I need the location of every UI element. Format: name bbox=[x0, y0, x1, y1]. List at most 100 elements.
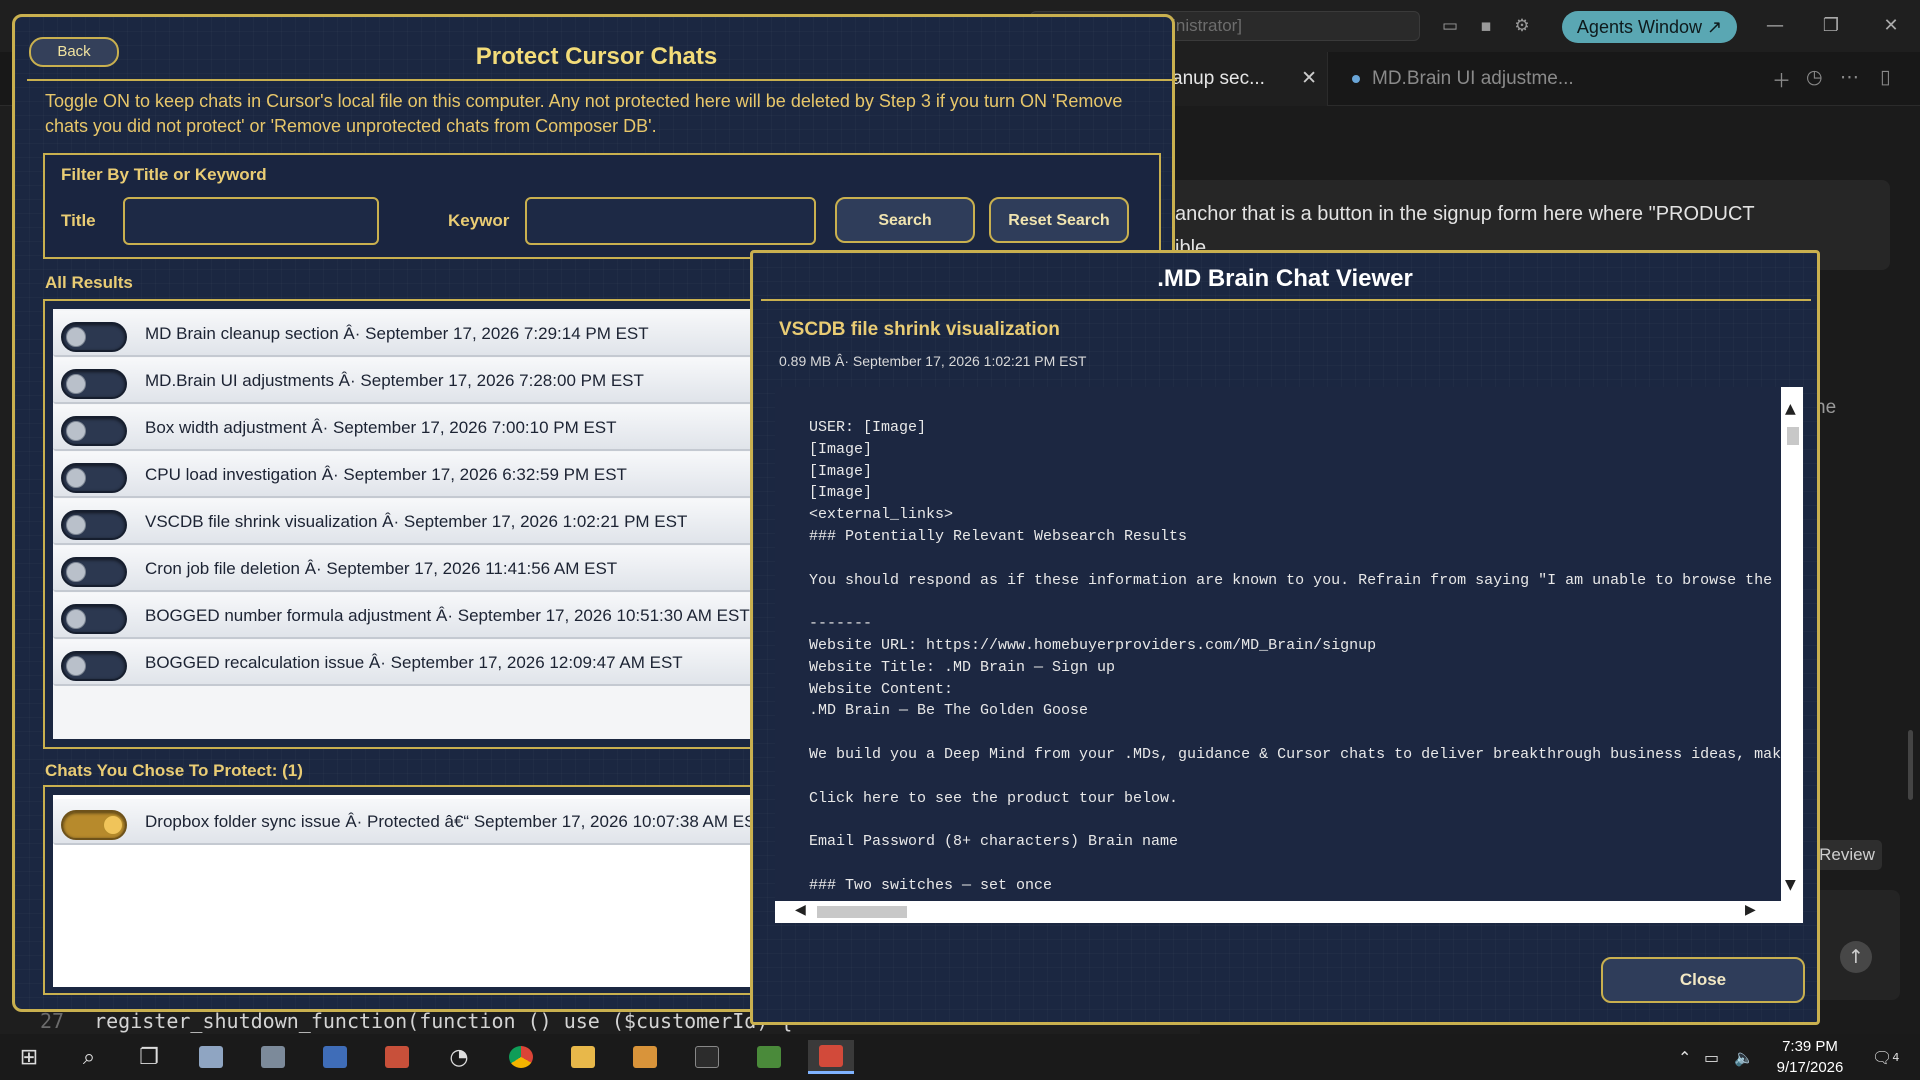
modified-dot-icon bbox=[1352, 75, 1360, 83]
toggle-knob bbox=[66, 515, 86, 535]
chat-meta: 0.89 MB Â· September 17, 2026 1:02:21 PM… bbox=[779, 353, 1087, 369]
app-icon-6[interactable] bbox=[746, 1040, 792, 1074]
app-icon-5[interactable] bbox=[622, 1040, 668, 1074]
all-results-label: All Results bbox=[45, 273, 133, 292]
scroll-up-icon[interactable]: ▲ bbox=[1785, 401, 1796, 417]
protect-toggle[interactable] bbox=[61, 369, 127, 399]
chat-content-line bbox=[809, 809, 1781, 831]
sidebar-toggle-icon[interactable]: ▯ bbox=[1880, 66, 1890, 88]
toggle-knob bbox=[103, 815, 123, 835]
close-button[interactable]: Close bbox=[1601, 957, 1805, 1003]
toggle-knob bbox=[66, 656, 86, 676]
scroll-thumb[interactable] bbox=[1787, 427, 1799, 445]
keyword-input[interactable] bbox=[525, 197, 816, 245]
chat-row-label: Dropbox folder sync issue Â· Protected â… bbox=[145, 812, 766, 831]
app-icon-active[interactable] bbox=[808, 1040, 854, 1074]
chat-row-label: MD.Brain UI adjustments Â· September 17,… bbox=[145, 371, 644, 390]
plus-icon[interactable]: ＋ bbox=[1772, 66, 1791, 93]
chat-row-label: CPU load investigation Â· September 17, … bbox=[145, 465, 627, 484]
chat-content-line: ### Potentially Relevant Websearch Resul… bbox=[809, 527, 1188, 545]
horizontal-scrollbar[interactable]: ◀ ▶ bbox=[775, 901, 1803, 923]
title-divider bbox=[27, 79, 1177, 81]
toggle-knob bbox=[66, 374, 86, 394]
tab-md-brain-ui[interactable]: MD.Brain UI adjustme... bbox=[1330, 52, 1740, 106]
editor-scrollbar[interactable] bbox=[1908, 730, 1913, 800]
file-explorer-icon[interactable] bbox=[560, 1040, 606, 1074]
protect-toggle[interactable] bbox=[61, 810, 127, 840]
start-windows-icon[interactable]: ⊞ bbox=[6, 1040, 52, 1074]
chat-content-line: .MD Brain — Be The Golden Goose bbox=[809, 702, 1089, 720]
chat-row-label: Cron job file deletion Â· September 17, … bbox=[145, 559, 618, 578]
network-icon[interactable]: ▭ bbox=[1704, 1034, 1719, 1080]
notification-icon[interactable]: 🗨 4 bbox=[1872, 1034, 1899, 1080]
chat-row-label: BOGGED recalculation issue Â· September … bbox=[145, 653, 683, 672]
tab-label: MD.Brain UI adjustme... bbox=[1372, 68, 1574, 89]
more-icon[interactable]: ⋯ bbox=[1840, 66, 1859, 88]
chat-content-line: Website URL: https://www.homebuyerprovid… bbox=[809, 636, 1377, 654]
app-icon-2[interactable] bbox=[250, 1040, 296, 1074]
protect-toggle[interactable] bbox=[61, 651, 127, 681]
toggle-knob bbox=[66, 468, 86, 488]
clock-app-icon[interactable]: ◔ bbox=[436, 1040, 482, 1074]
chat-content-line: Click here to see the product tour below… bbox=[809, 789, 1179, 807]
chat-icon[interactable]: ▪ bbox=[1476, 16, 1496, 36]
tab-active[interactable]: anup sec... ✕ bbox=[1160, 52, 1328, 106]
agents-window-button[interactable]: Agents Window ↗ bbox=[1562, 11, 1737, 43]
tray-chevron-icon[interactable]: ⌃ bbox=[1678, 1034, 1691, 1080]
toggle-knob bbox=[66, 609, 86, 629]
search-icon[interactable]: ⌕ bbox=[66, 1040, 112, 1074]
chat-row-label: BOGGED number formula adjustment Â· Sept… bbox=[145, 606, 750, 625]
protected-label: Chats You Chose To Protect: (1) bbox=[45, 761, 303, 780]
protect-toggle[interactable] bbox=[61, 463, 127, 493]
protect-toggle[interactable] bbox=[61, 416, 127, 446]
restore-icon[interactable]: ❐ bbox=[1818, 14, 1844, 38]
volume-icon[interactable]: 🔈 bbox=[1734, 1034, 1754, 1080]
scroll-left-icon[interactable]: ◀ bbox=[795, 902, 806, 918]
vertical-scrollbar[interactable]: ▲ ▼ bbox=[1781, 387, 1803, 901]
cursor-app-icon[interactable] bbox=[684, 1040, 730, 1074]
app-icon-3[interactable] bbox=[312, 1040, 358, 1074]
toggle-knob bbox=[66, 421, 86, 441]
send-arrow-icon[interactable]: ↑ bbox=[1840, 941, 1872, 973]
panel-title: Protect Cursor Chats bbox=[475, 43, 718, 70]
panel-description: Toggle ON to keep chats in Cursor's loca… bbox=[45, 91, 1123, 136]
app-icon-1[interactable] bbox=[188, 1040, 234, 1074]
protect-toggle[interactable] bbox=[61, 510, 127, 540]
title-label: Title bbox=[61, 211, 96, 230]
filter-heading: Filter By Title or Keyword bbox=[61, 165, 267, 184]
review-button[interactable]: Review bbox=[1812, 840, 1882, 870]
app-icon-4[interactable] bbox=[374, 1040, 420, 1074]
chat-row-label: VSCDB file shrink visualization Â· Septe… bbox=[145, 512, 688, 531]
viewer-title: .MD Brain Chat Viewer bbox=[1157, 265, 1413, 292]
close-window-icon[interactable]: ✕ bbox=[1878, 14, 1904, 38]
filter-section: Filter By Title or Keyword Title Keywor … bbox=[43, 153, 1161, 259]
line-number: 27 bbox=[40, 1009, 65, 1033]
search-button[interactable]: Search bbox=[835, 197, 975, 243]
task-view-icon[interactable]: ❐ bbox=[126, 1040, 172, 1074]
gear-icon[interactable]: ⚙ bbox=[1512, 16, 1532, 36]
chrome-icon[interactable] bbox=[498, 1040, 544, 1074]
chat-title: VSCDB file shrink visualization bbox=[779, 319, 1060, 340]
clock[interactable]: 7:39 PM 9/17/2026 bbox=[1760, 1036, 1860, 1078]
protect-toggle[interactable] bbox=[61, 557, 127, 587]
layout-icon[interactable]: ▭ bbox=[1440, 16, 1460, 36]
chat-row-label: MD Brain cleanup section Â· September 17… bbox=[145, 324, 649, 343]
history-icon[interactable]: ◷ bbox=[1806, 66, 1823, 88]
scroll-down-icon[interactable]: ▼ bbox=[1785, 877, 1796, 893]
tab-active-label: anup sec... bbox=[1172, 68, 1265, 89]
chat-content-line: We build you a Deep Mind from your .MDs,… bbox=[809, 745, 1781, 763]
hscroll-thumb[interactable] bbox=[817, 906, 907, 918]
minimize-icon[interactable]: — bbox=[1762, 14, 1788, 38]
protect-toggle[interactable] bbox=[61, 322, 127, 352]
tab-close-icon[interactable]: ✕ bbox=[1301, 52, 1317, 106]
keyword-label: Keywor bbox=[448, 211, 510, 230]
protect-toggle[interactable] bbox=[61, 604, 127, 634]
title-input[interactable] bbox=[123, 197, 379, 245]
chat-content[interactable]: USER: [Image] [Image] [Image] [Image] <exter… bbox=[775, 387, 1781, 901]
reset-search-button[interactable]: Reset Search bbox=[989, 197, 1129, 243]
chat-content-line: <external_links> bbox=[809, 506, 954, 524]
chat-content-line: [Image] bbox=[809, 462, 873, 480]
scroll-right-icon[interactable]: ▶ bbox=[1745, 902, 1756, 918]
clock-date: 9/17/2026 bbox=[1776, 1059, 1844, 1076]
code-text: register_shutdown_function(function () u… bbox=[94, 1009, 793, 1033]
